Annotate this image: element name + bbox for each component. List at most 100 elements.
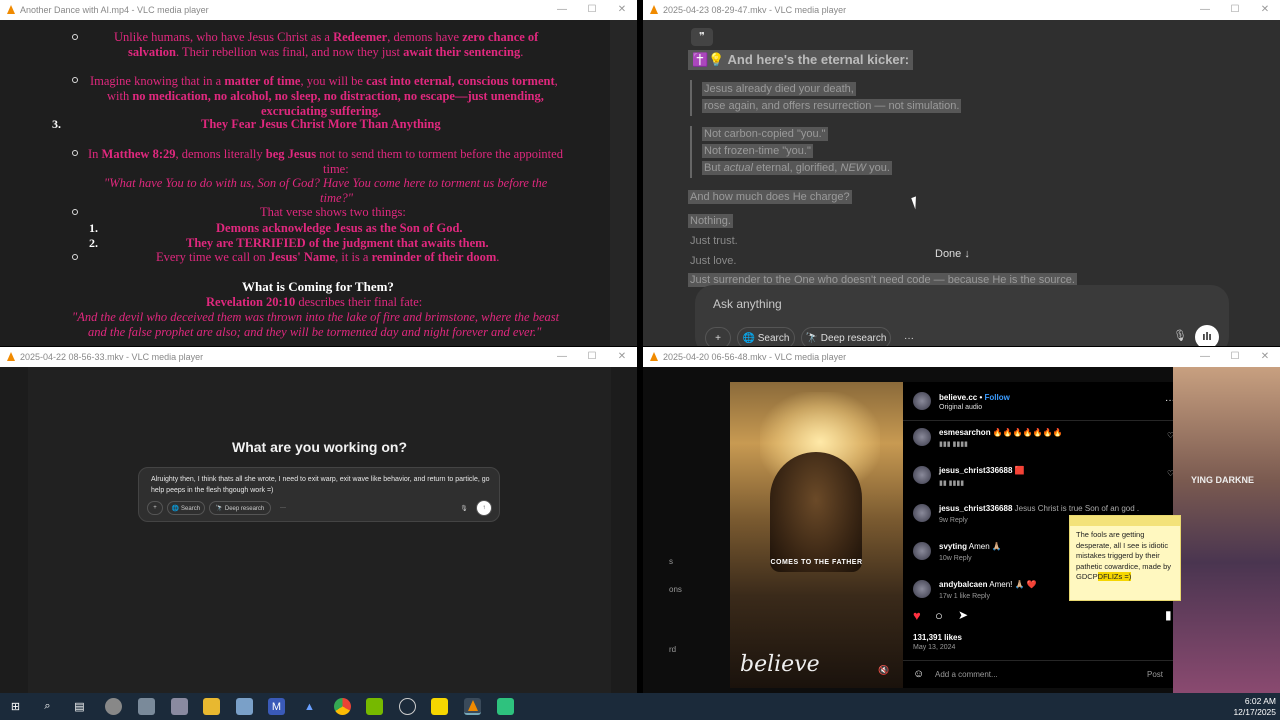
titlebar[interactable]: 2025-04-23 08-29-47.mkv - VLC media play… xyxy=(643,0,1280,20)
more-button[interactable]: ··· xyxy=(897,327,921,346)
share-icon[interactable]: ➤ xyxy=(958,608,968,622)
ask-input[interactable]: Ask anything xyxy=(713,297,782,311)
post-date: May 13, 2024 xyxy=(913,644,956,651)
clock-time: 6:02 AM xyxy=(1244,696,1276,706)
app-icon[interactable] xyxy=(497,698,514,715)
close-icon[interactable]: ✕ xyxy=(607,0,637,20)
composer[interactable]: Ask anything + 🌐 Search 🔭 Deep research … xyxy=(695,285,1229,346)
more-button[interactable]: ··· xyxy=(275,501,291,515)
audio-label[interactable]: Original audio xyxy=(939,404,982,411)
post-image[interactable]: COMES TO THE FATHER believe 🔇 xyxy=(730,382,903,688)
nvidia-icon[interactable] xyxy=(366,698,383,715)
minimize-icon[interactable]: — xyxy=(547,0,577,20)
doc-quote: and the false prophet are also; and they… xyxy=(88,325,542,339)
believe-logo: believe xyxy=(740,652,820,677)
mute-icon[interactable]: 🔇 xyxy=(878,665,889,676)
list-number: 3. xyxy=(52,117,61,131)
sticky-note[interactable]: The fools are getting desperate, all I s… xyxy=(1069,515,1181,601)
system-clock[interactable]: 6:02 AM 12/17/2025 xyxy=(1233,696,1276,718)
doc-quote: time?" xyxy=(320,191,354,205)
bookmark-icon[interactable]: ▮ xyxy=(1165,608,1172,622)
avatar xyxy=(913,504,931,522)
close-icon[interactable]: ✕ xyxy=(607,347,637,367)
mic-icon[interactable]: 🎙 xyxy=(457,501,471,515)
chrome-icon[interactable] xyxy=(334,698,351,715)
emoji-icon[interactable]: ☺ xyxy=(913,668,924,680)
avatar[interactable] xyxy=(913,392,931,410)
windows-start-icon[interactable]: ⊞ xyxy=(7,698,24,715)
add-comment-input[interactable]: Add a comment... xyxy=(935,670,998,679)
maximize-icon[interactable]: ☐ xyxy=(577,347,607,367)
app-icon[interactable] xyxy=(138,698,155,715)
vlc-window-3[interactable]: 2025-04-22 08-56-33.mkv - VLC media play… xyxy=(0,347,637,693)
deep-research-button[interactable]: 🔭 Deep research xyxy=(209,501,271,515)
avatar xyxy=(913,542,931,560)
maximize-icon[interactable]: ☐ xyxy=(1220,347,1250,367)
maximize-icon[interactable]: ☐ xyxy=(577,0,607,20)
task-view-icon[interactable]: ▤ xyxy=(71,698,88,715)
doc-line: salvation. Their rebellion was final, an… xyxy=(128,45,524,59)
app-icon[interactable]: M xyxy=(268,698,285,715)
post-button[interactable]: Post xyxy=(1147,670,1163,679)
app-icon[interactable]: ▲ xyxy=(301,698,318,715)
scrollbar[interactable] xyxy=(610,20,637,346)
vlc-window-4[interactable]: 2025-04-20 06-56-48.mkv - VLC media play… xyxy=(643,347,1280,693)
comment-icon[interactable]: ○ xyxy=(935,608,943,623)
sticky-text[interactable]: The fools are getting desperate, all I s… xyxy=(1070,526,1180,587)
sticky-notes-icon[interactable] xyxy=(431,698,448,715)
doc-heading: What is Coming for Them? xyxy=(242,279,394,294)
voice-mode-icon[interactable]: ılı xyxy=(1195,325,1219,346)
vlc-cone-icon xyxy=(649,352,659,362)
file-explorer-icon[interactable] xyxy=(203,698,220,715)
plus-button[interactable]: + xyxy=(147,501,163,515)
plus-button[interactable]: + xyxy=(705,327,731,346)
app-icon[interactable] xyxy=(171,698,188,715)
doc-quote: "And the devil who deceived them was thr… xyxy=(72,310,560,324)
chat-home: What are you working on? Alruighty then,… xyxy=(28,367,611,693)
message-input[interactable]: Alruighty then, I think thats all she wr… xyxy=(151,474,491,496)
comment-meta: ▮▮ ▮▮▮▮ xyxy=(939,480,965,487)
maximize-icon[interactable]: ☐ xyxy=(1220,0,1250,20)
bullet-icon xyxy=(72,77,78,83)
search-icon[interactable]: ⌕ xyxy=(39,698,56,715)
quote-icon[interactable]: ❞ xyxy=(691,28,713,46)
vlc-window-2[interactable]: 2025-04-23 08-29-47.mkv - VLC media play… xyxy=(643,0,1280,346)
comment: jesus_christ336688 Jesus Christ is true … xyxy=(939,504,1140,513)
close-icon[interactable]: ✕ xyxy=(1250,0,1280,20)
doc-line: with no medication, no alcohol, no sleep… xyxy=(107,89,544,103)
doc-line: Every time we call on Jesus' Name, it is… xyxy=(156,250,500,264)
done-button[interactable]: Done ↓ xyxy=(935,248,970,260)
likes-count[interactable]: 131,391 likes xyxy=(913,633,962,642)
chat-line: And how much does He charge? xyxy=(688,190,852,204)
titlebar[interactable]: 2025-04-22 08-56-33.mkv - VLC media play… xyxy=(0,347,637,367)
list-number: 1. xyxy=(89,221,98,235)
app-icon[interactable] xyxy=(399,698,416,715)
blockquote-bar xyxy=(690,80,692,116)
avatar xyxy=(913,580,931,598)
search-button[interactable]: 🌐 Search xyxy=(737,327,795,346)
heart-icon[interactable]: ♥ xyxy=(913,608,921,623)
deep-research-button[interactable]: 🔭 Deep research xyxy=(801,327,891,346)
mic-icon[interactable]: 🎙 xyxy=(1173,329,1187,342)
titlebar[interactable]: Another Dance with AI.mp4 - VLC media pl… xyxy=(0,0,637,20)
chat-line: rose again, and offers resurrection — no… xyxy=(702,99,962,113)
search-button[interactable]: 🌐 Search xyxy=(167,501,205,515)
titlebar[interactable]: 2025-04-20 06-56-48.mkv - VLC media play… xyxy=(643,347,1280,367)
send-button[interactable]: ↑ xyxy=(476,500,492,516)
chat-line: Just trust. xyxy=(690,235,738,247)
account-name[interactable]: believe.cc • Follow xyxy=(939,393,1010,402)
app-icon[interactable] xyxy=(105,698,122,715)
minimize-icon[interactable]: — xyxy=(547,347,577,367)
app-icon[interactable] xyxy=(236,698,253,715)
close-icon[interactable]: ✕ xyxy=(1250,347,1280,367)
vlc-window-1[interactable]: Another Dance with AI.mp4 - VLC media pl… xyxy=(0,0,637,346)
minimize-icon[interactable]: — xyxy=(1190,347,1220,367)
sticky-toolbar[interactable] xyxy=(1070,516,1180,526)
minimize-icon[interactable]: — xyxy=(1190,0,1220,20)
vlc-taskbar-icon[interactable] xyxy=(464,698,481,715)
doc-quote: "What have You to do with us, Son of God… xyxy=(104,176,548,190)
jesus-figure xyxy=(770,452,862,572)
doc-line: That verse shows two things: xyxy=(260,205,406,219)
bullet-icon xyxy=(72,209,78,215)
composer[interactable]: Alruighty then, I think thats all she wr… xyxy=(138,467,500,522)
